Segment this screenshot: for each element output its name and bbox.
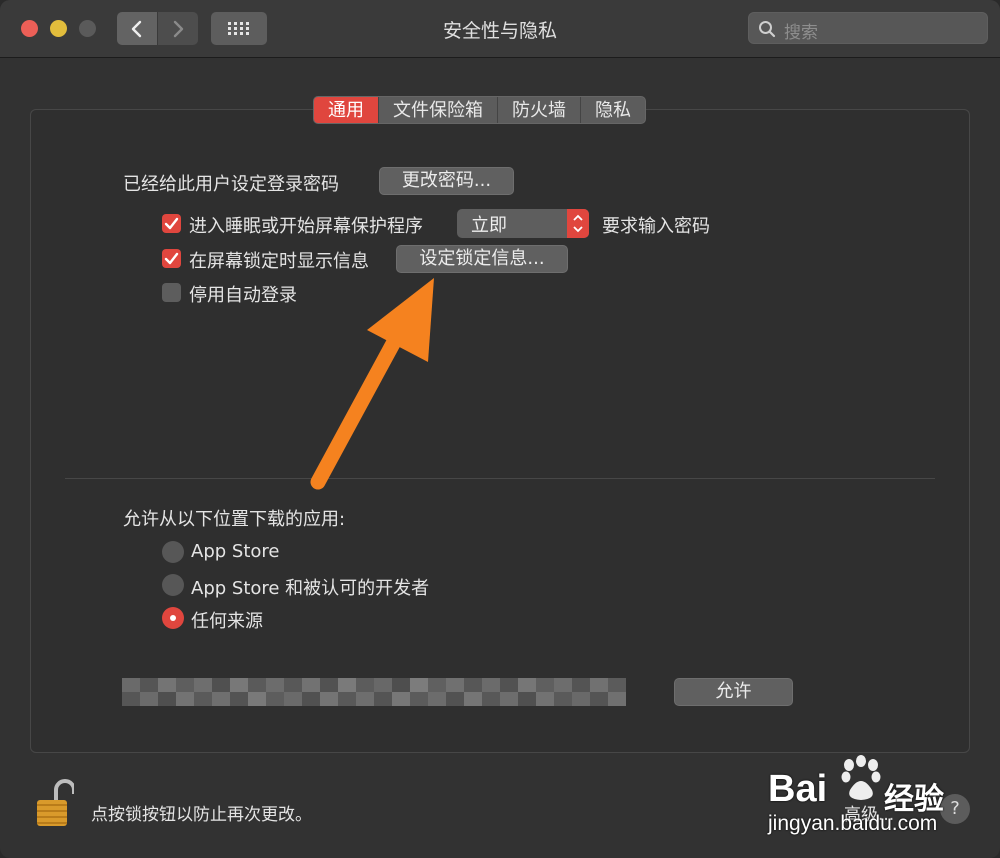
downloads-heading: 允许从以下位置下载的应用: (123, 509, 346, 530)
require-password-checkbox[interactable] (162, 214, 181, 233)
radio-anywhere[interactable] (162, 607, 184, 629)
baidu-brand-text: Bai (768, 768, 828, 810)
settings-panel (30, 109, 970, 753)
allow-button[interactable]: 允许 (674, 678, 793, 706)
show-lock-message-label: 在屏幕锁定时显示信息 (189, 251, 369, 272)
search-icon (759, 21, 776, 38)
require-password-suffix: 要求输入密码 (602, 216, 710, 237)
system-preferences-window: 安全性与隐私 搜索 通用 文件保险箱 防火墙 隐私 已经给此用户设定登录密码 更… (0, 0, 1000, 858)
checkmark-icon (164, 252, 179, 265)
lock-hint-text: 点按锁按钮以防止再次更改。 (91, 805, 312, 825)
baidu-url-text: jingyan.baidu.com (768, 812, 938, 835)
radio-app-store[interactable] (162, 541, 184, 563)
radio-app-store-label: App Store (191, 541, 280, 562)
tab-privacy[interactable]: 隐私 (581, 97, 645, 123)
password-set-label: 已经给此用户设定登录密码 (123, 174, 339, 195)
set-lock-message-button[interactable]: 设定锁定信息... (396, 245, 568, 273)
show-lock-message-checkbox[interactable] (162, 249, 181, 268)
tab-general[interactable]: 通用 (314, 97, 379, 123)
search-placeholder: 搜索 (784, 23, 818, 43)
change-password-button[interactable]: 更改密码... (379, 167, 514, 195)
require-password-delay-select[interactable]: 立即 (457, 209, 589, 238)
redacted-message (122, 678, 626, 706)
tab-filevault[interactable]: 文件保险箱 (379, 97, 498, 123)
title-bar: 安全性与隐私 搜索 (0, 0, 1000, 58)
require-password-delay-value: 立即 (471, 215, 507, 236)
checkmark-icon (164, 217, 179, 230)
radio-anywhere-label: 任何来源 (191, 611, 263, 632)
search-field[interactable]: 搜索 (748, 12, 988, 44)
section-divider (65, 478, 935, 479)
disable-auto-login-checkbox[interactable] (162, 283, 181, 302)
tab-bar: 通用 文件保险箱 防火墙 隐私 (313, 96, 646, 124)
baidu-watermark: Bai 经验 jingyan.baidu.com (766, 752, 946, 838)
stepper-icon (567, 209, 589, 238)
disable-auto-login-label: 停用自动登录 (189, 285, 297, 306)
require-password-label: 进入睡眠或开始屏幕保护程序 (189, 216, 423, 237)
tab-firewall[interactable]: 防火墙 (498, 97, 581, 123)
radio-app-store-identified[interactable] (162, 574, 184, 596)
radio-app-store-identified-label: App Store 和被认可的开发者 (191, 578, 430, 599)
unlocked-padlock-icon[interactable] (34, 778, 76, 830)
